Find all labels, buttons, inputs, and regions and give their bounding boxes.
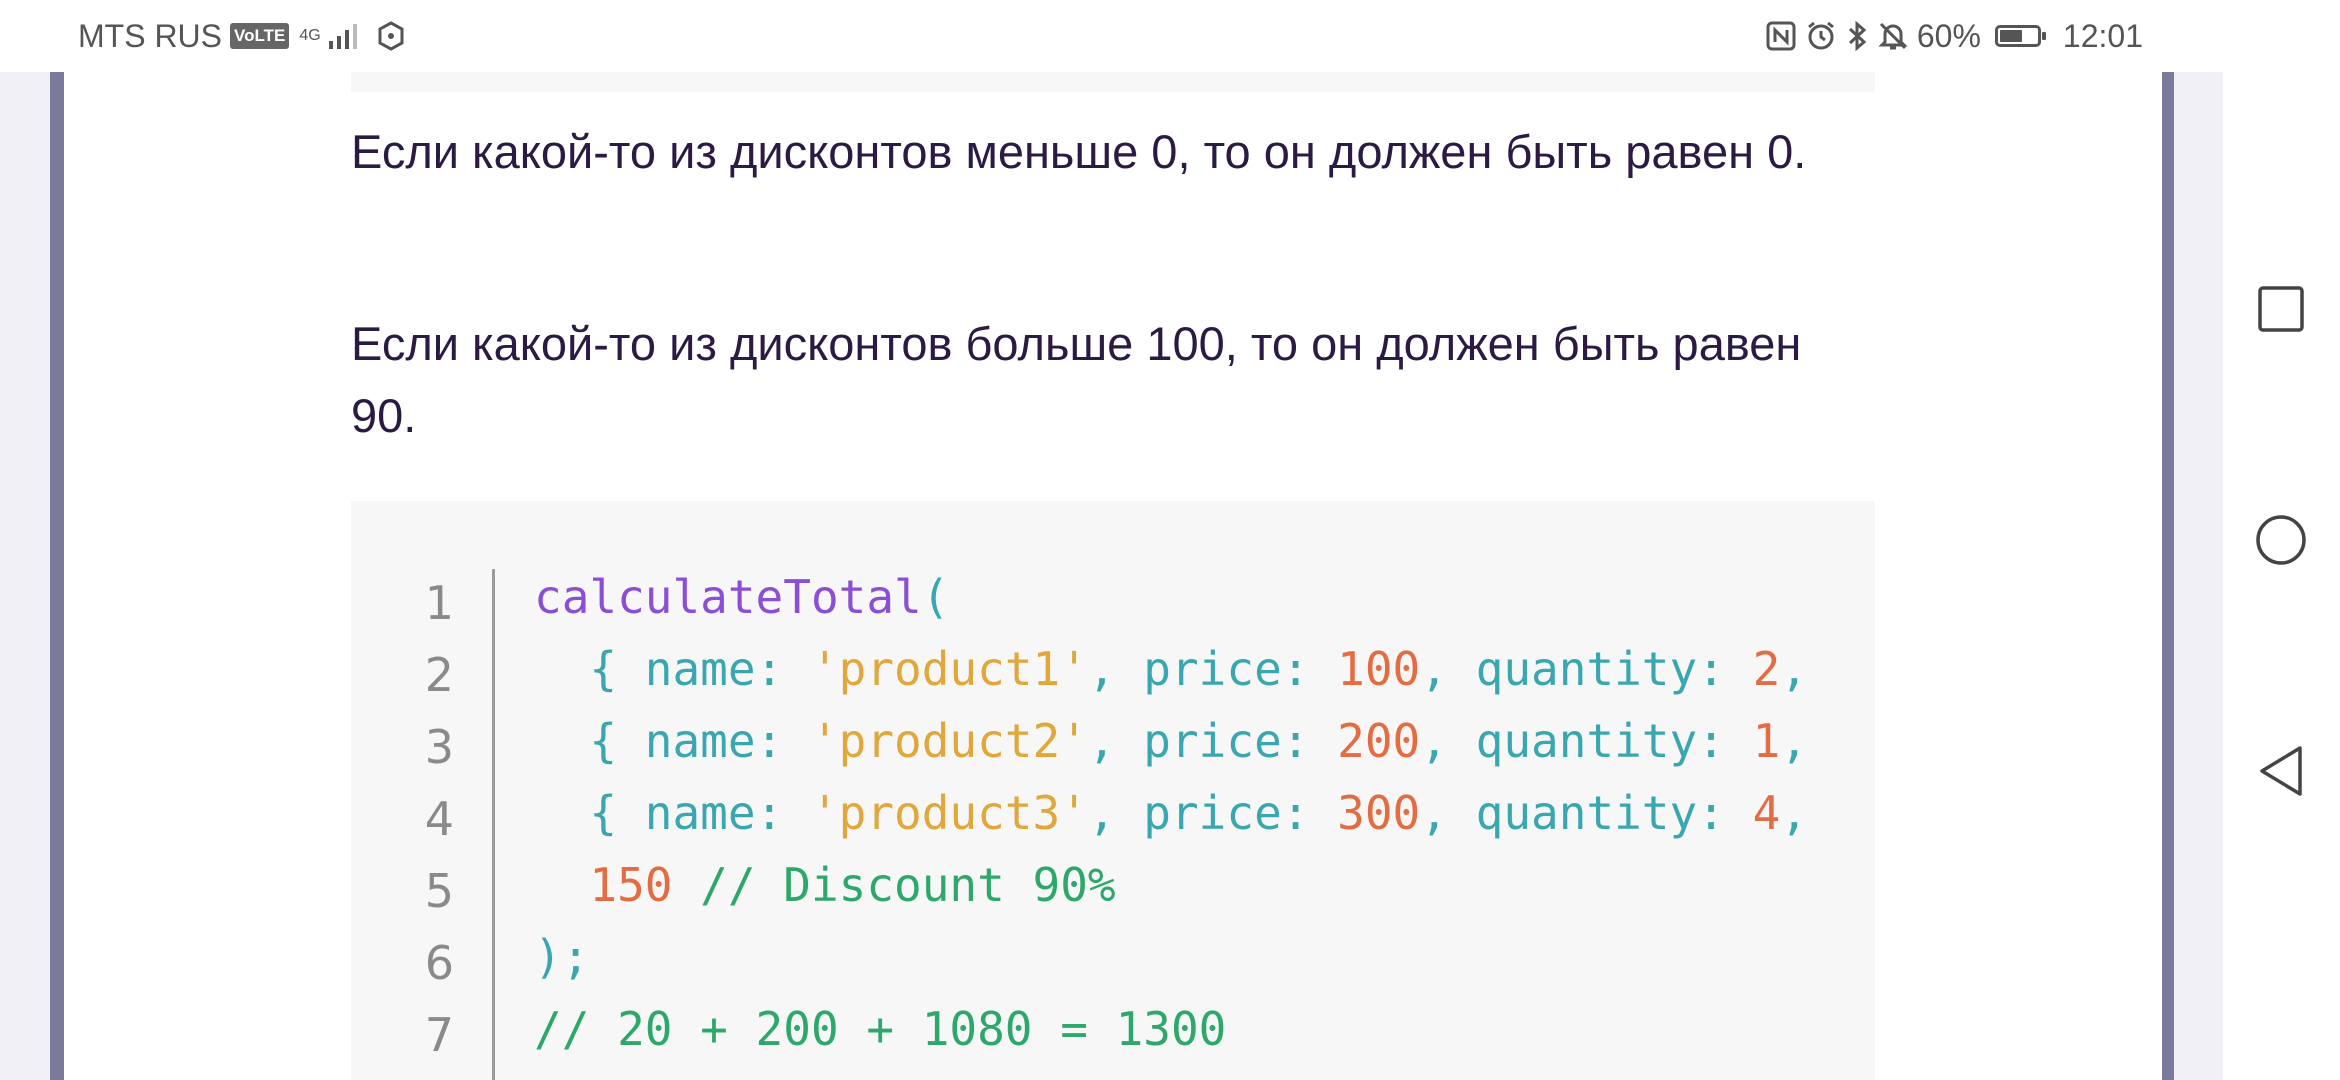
line-number: 7 xyxy=(424,1008,454,1062)
home-icon xyxy=(2256,515,2306,565)
battery-percent: 60% xyxy=(1916,17,1981,54)
alarm-icon xyxy=(1807,21,1834,50)
status-bar-left: MTS RUS VoLTE 4G xyxy=(78,16,407,56)
article-paragraph: Если какой-то из дисконтов меньше 0, то … xyxy=(351,125,1807,178)
back-icon xyxy=(2260,746,2302,796)
line-number: 5 xyxy=(424,864,454,918)
code-number: 200 xyxy=(1337,714,1421,768)
battery-fill xyxy=(1999,30,2022,42)
signal-icon xyxy=(328,24,357,49)
right-border-stripe xyxy=(2162,72,2174,1080)
code-line: { name: 'product3', price: 300, quantity… xyxy=(534,777,1808,849)
home-button[interactable] xyxy=(2243,502,2319,578)
line-number: 1 xyxy=(424,576,454,630)
navigation-bar xyxy=(2223,0,2340,1080)
left-border-stripe xyxy=(50,72,64,1080)
battery-icon xyxy=(1994,25,2046,47)
code-function-name: calculateTotal xyxy=(534,570,922,624)
line-number: 6 xyxy=(424,936,454,990)
code-line: { name: 'product1', price: 100, quantity… xyxy=(534,633,1808,705)
line-number: 2 xyxy=(424,648,454,702)
code-punctuation: , price: xyxy=(1087,642,1338,696)
code-line: ); xyxy=(534,921,589,993)
code-string: 'product1' xyxy=(810,642,1088,696)
code-line: calculateTotal( xyxy=(534,561,949,633)
back-button[interactable] xyxy=(2243,733,2319,809)
code-punctuation: , xyxy=(1780,642,1808,696)
code-punctuation: , price: xyxy=(1087,714,1338,768)
code-line: 150 // Discount 90% xyxy=(534,849,1116,921)
recent-apps-button[interactable] xyxy=(2243,271,2319,347)
code-number: 1 xyxy=(1752,714,1781,768)
code-line: { name: 'product2', price: 200, quantity… xyxy=(534,705,1808,777)
code-number: 2 xyxy=(1752,642,1781,696)
code-number: 150 xyxy=(589,858,673,912)
code-number: 4 xyxy=(1752,786,1781,840)
clock: 12:01 xyxy=(2062,17,2143,54)
status-bar: MTS RUS VoLTE 4G 60% 12:01 xyxy=(0,0,2223,72)
line-number: 4 xyxy=(424,792,454,846)
code-punctuation: { name: xyxy=(589,714,811,768)
code-punctuation: , price: xyxy=(1087,786,1338,840)
code-gutter-divider xyxy=(492,569,495,1080)
code-punctuation: ); xyxy=(534,930,590,984)
carrier-name: MTS RUS xyxy=(78,17,222,54)
code-punctuation: , quantity: xyxy=(1420,642,1753,696)
bluetooth-icon xyxy=(1848,20,1867,52)
vpn-shield-icon xyxy=(378,21,404,51)
recent-apps-icon xyxy=(2258,286,2304,332)
code-number: 300 xyxy=(1337,786,1421,840)
code-string: 'product3' xyxy=(810,786,1088,840)
code-number: 100 xyxy=(1337,642,1421,696)
code-comment: // Discount 90% xyxy=(672,858,1116,912)
code-punctuation: , xyxy=(1780,714,1808,768)
status-bar-right: 60% 12:01 xyxy=(1765,16,2143,56)
network-type-label: 4G xyxy=(299,27,321,44)
code-line: // 20 + 200 + 1080 = 1300 xyxy=(534,993,1226,1065)
code-punctuation: ( xyxy=(921,570,950,624)
muted-bell-icon xyxy=(1878,22,1908,50)
code-punctuation: , xyxy=(1780,786,1808,840)
code-string: 'product2' xyxy=(810,714,1088,768)
line-number: 3 xyxy=(424,720,454,774)
previous-code-block-edge xyxy=(351,72,1875,92)
code-block: 1 2 3 4 5 6 7 calculateTotal( { name: 'p… xyxy=(351,501,1875,1080)
code-comment: // 20 + 200 + 1080 = 1300 xyxy=(534,1002,1227,1056)
code-punctuation: { name: xyxy=(589,786,811,840)
volte-icon: VoLTE xyxy=(230,23,290,49)
network-type-icon: 4G xyxy=(299,28,320,44)
article-paragraph: Если какой-то из дисконтов больше 100, т… xyxy=(351,317,1802,442)
code-punctuation: , quantity: xyxy=(1420,714,1753,768)
code-punctuation: , quantity: xyxy=(1420,786,1753,840)
nfc-icon xyxy=(1766,21,1796,51)
code-punctuation: { name: xyxy=(589,642,811,696)
